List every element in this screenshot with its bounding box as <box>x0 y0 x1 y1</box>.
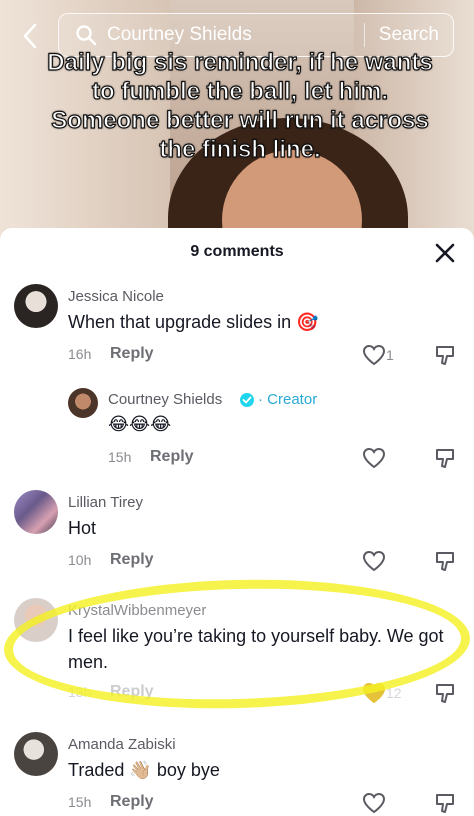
verified-icon <box>240 393 254 407</box>
comment-text: Traded 👋🏼 boy bye <box>68 757 220 784</box>
search-query[interactable]: Courtney Shields <box>107 24 364 46</box>
comment-text-before: Traded <box>68 760 125 780</box>
comment-item: KrystalWibbenmeyer I feel like you’re ta… <box>0 594 474 714</box>
avatar[interactable] <box>14 490 58 534</box>
comment-item: Lillian Tirey Hot 10h Reply <box>0 486 474 586</box>
comment-text: When that upgrade slides in 🎯 <box>68 309 319 336</box>
creator-label: · Creator <box>258 391 318 408</box>
like-count: 12 <box>386 685 402 701</box>
avatar[interactable] <box>14 732 58 776</box>
comment-username[interactable]: Lillian Tirey <box>68 494 143 511</box>
comment-text: I feel like you’re taking to yourself ba… <box>68 626 444 672</box>
waving-hand-emoji: 👋🏼 <box>129 760 152 781</box>
comment-item: Amanda Zabiski Traded 👋🏼 boy bye 15h Rep… <box>0 730 474 816</box>
comment-time: 15h <box>68 794 92 810</box>
comment-time: 10h <box>68 552 92 568</box>
reply-button[interactable]: Reply <box>110 345 154 363</box>
comment-username[interactable]: Amanda Zabiski <box>68 736 176 753</box>
heart-icon[interactable] <box>362 792 386 814</box>
dart-emoji: 🎯 <box>296 312 319 333</box>
reply-text: 😂😂😂 <box>108 414 172 435</box>
comment-username[interactable]: KrystalWibbenmeyer <box>68 602 206 619</box>
avatar[interactable] <box>68 388 98 418</box>
comment-text-content: When that upgrade slides in <box>68 312 292 332</box>
video-caption: Daily big sis reminder, if he wants to f… <box>47 48 434 163</box>
comment-time: 16h <box>68 346 92 362</box>
comment-item: Jessica Nicole When that upgrade slides … <box>0 280 474 380</box>
comment-username[interactable]: Jessica Nicole <box>68 288 164 305</box>
avatar[interactable] <box>14 284 58 328</box>
comments-header: 9 comments <box>0 228 474 280</box>
back-icon <box>23 23 37 49</box>
reply-button[interactable]: Reply <box>110 793 154 811</box>
reply-time: 15h <box>108 449 132 465</box>
avatar[interactable] <box>14 598 58 642</box>
search-button[interactable]: Search <box>365 24 453 46</box>
heart-icon[interactable] <box>362 682 386 704</box>
dislike-icon[interactable] <box>434 550 456 572</box>
heart-icon[interactable] <box>362 447 386 469</box>
dislike-icon[interactable] <box>434 447 456 469</box>
comments-sheet: 9 comments Jessica Nicole When that upgr… <box>0 228 474 816</box>
dislike-icon[interactable] <box>434 792 456 814</box>
close-icon[interactable] <box>434 242 456 264</box>
reply-item: Courtney Shields · Creator 😂😂😂 15h Reply <box>0 383 474 473</box>
comment-text-after: boy bye <box>156 760 220 780</box>
reply-username[interactable]: Courtney Shields <box>108 391 222 408</box>
like-count: 1 <box>386 347 394 363</box>
creator-label-text: Creator <box>267 391 318 408</box>
comment-text: Hot <box>68 518 97 538</box>
dislike-icon[interactable] <box>434 344 456 366</box>
heart-icon[interactable] <box>362 550 386 572</box>
search-icon <box>76 25 97 46</box>
reply-button[interactable]: Reply <box>150 448 194 466</box>
reply-button[interactable]: Reply <box>110 551 154 569</box>
heart-icon[interactable] <box>362 344 386 366</box>
comment-time: 13h <box>68 684 92 700</box>
reply-button[interactable]: Reply <box>110 683 154 701</box>
dislike-icon[interactable] <box>434 682 456 704</box>
comments-count-title: 9 comments <box>190 243 284 260</box>
